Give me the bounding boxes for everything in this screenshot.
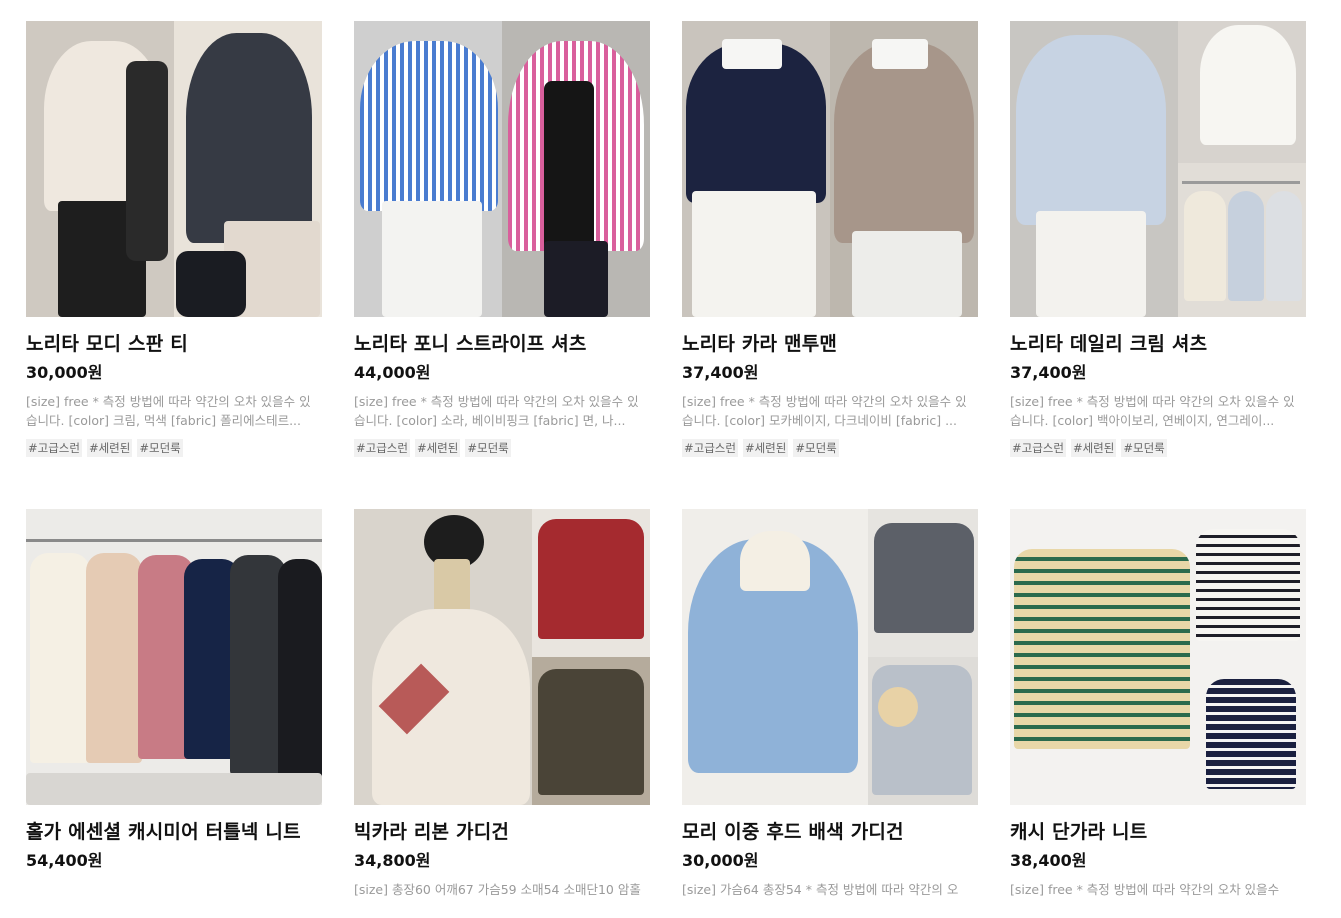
product-title[interactable]: 홀가 에센셜 캐시미어 터틀넥 니트 [26, 818, 322, 846]
product-image[interactable] [354, 21, 650, 317]
product-price: 38,400원 [1010, 851, 1087, 870]
tag[interactable]: #세련된 [414, 439, 461, 457]
product-price: 37,400원 [682, 363, 759, 382]
product-card[interactable]: 빅카라 리본 가디건 34,800원 [size] 총장60 어깨67 가슴59… [354, 509, 650, 918]
product-price: 37,400원 [1010, 363, 1087, 382]
product-image[interactable] [1010, 509, 1306, 805]
tag[interactable]: #모던룩 [793, 439, 839, 457]
product-title[interactable]: 노리타 모디 스판 티 [26, 330, 322, 358]
product-description: [size] free * 측정 방법에 따라 약간의 오차 있을수 있습니다.… [682, 394, 967, 428]
product-card[interactable]: 노리타 포니 스트라이프 셔츠 44,000원 [size] free * 측정… [354, 21, 650, 509]
product-title[interactable]: 노리타 카라 맨투맨 [682, 330, 978, 358]
product-price: 34,800원 [354, 851, 431, 870]
tag[interactable]: #세련된 [742, 439, 789, 457]
tag[interactable]: #고급스런 [26, 439, 82, 457]
tag-list: #고급스런 #세련된 #모던룩 [26, 439, 322, 457]
tag[interactable]: #모던룩 [137, 439, 183, 457]
product-price: 30,000원 [26, 363, 103, 382]
tag[interactable]: #세련된 [86, 439, 133, 457]
product-description: [size] free * 측정 방법에 따라 약간의 오차 있을수 있습니다.… [1010, 394, 1295, 428]
product-image[interactable] [682, 509, 978, 805]
product-card[interactable]: 모리 이중 후드 배색 가디건 30,000원 [size] 가슴64 총장54… [682, 509, 978, 918]
product-image[interactable] [26, 509, 322, 805]
tag-list: #고급스런 #세련된 #모던룩 [682, 439, 978, 457]
product-title[interactable]: 모리 이중 후드 배색 가디건 [682, 818, 978, 846]
product-card[interactable]: 캐시 단가라 니트 38,400원 [size] free * 측정 방법에 따… [1010, 509, 1306, 918]
product-price: 30,000원 [682, 851, 759, 870]
product-price: 54,400원 [26, 851, 103, 870]
product-title[interactable]: 빅카라 리본 가디건 [354, 818, 650, 846]
tag[interactable]: #모던룩 [465, 439, 511, 457]
product-card[interactable]: 노리타 데일리 크림 셔츠 37,400원 [size] free * 측정 방… [1010, 21, 1306, 509]
tag[interactable]: #고급스런 [354, 439, 410, 457]
tag-list: #고급스런 #세련된 #모던룩 [1010, 439, 1306, 457]
product-image[interactable] [682, 21, 978, 317]
product-title[interactable]: 노리타 포니 스트라이프 셔츠 [354, 330, 650, 358]
tag[interactable]: #세련된 [1070, 439, 1117, 457]
tag[interactable]: #고급스런 [682, 439, 738, 457]
tag[interactable]: #고급스런 [1010, 439, 1066, 457]
tag[interactable]: #모던룩 [1121, 439, 1167, 457]
product-description: [size] 가슴64 총장54 * 측정 방법에 따라 약간의 오 [682, 882, 959, 897]
product-title[interactable]: 노리타 데일리 크림 셔츠 [1010, 330, 1306, 358]
product-price: 44,000원 [354, 363, 431, 382]
product-description: [size] 총장60 어깨67 가슴59 소매54 소매단10 암홀 [354, 882, 641, 897]
product-card[interactable]: 노리타 모디 스판 티 30,000원 [size] free * 측정 방법에… [26, 21, 322, 509]
product-card[interactable]: 노리타 카라 맨투맨 37,400원 [size] free * 측정 방법에 … [682, 21, 978, 509]
product-image[interactable] [26, 21, 322, 317]
product-grid: 노리타 모디 스판 티 30,000원 [size] free * 측정 방법에… [26, 21, 1316, 918]
tag-list: #고급스런 #세련된 #모던룩 [354, 439, 650, 457]
product-image[interactable] [354, 509, 650, 805]
product-description: [size] free * 측정 방법에 따라 약간의 오차 있을수 [1010, 882, 1280, 897]
product-description: [size] free * 측정 방법에 따라 약간의 오차 있을수 있습니다.… [26, 394, 311, 428]
product-title[interactable]: 캐시 단가라 니트 [1010, 818, 1306, 846]
product-image[interactable] [1010, 21, 1306, 317]
product-description: [size] free * 측정 방법에 따라 약간의 오차 있을수 있습니다.… [354, 394, 639, 428]
product-card[interactable]: 홀가 에센셜 캐시미어 터틀넥 니트 54,400원 [26, 509, 322, 918]
